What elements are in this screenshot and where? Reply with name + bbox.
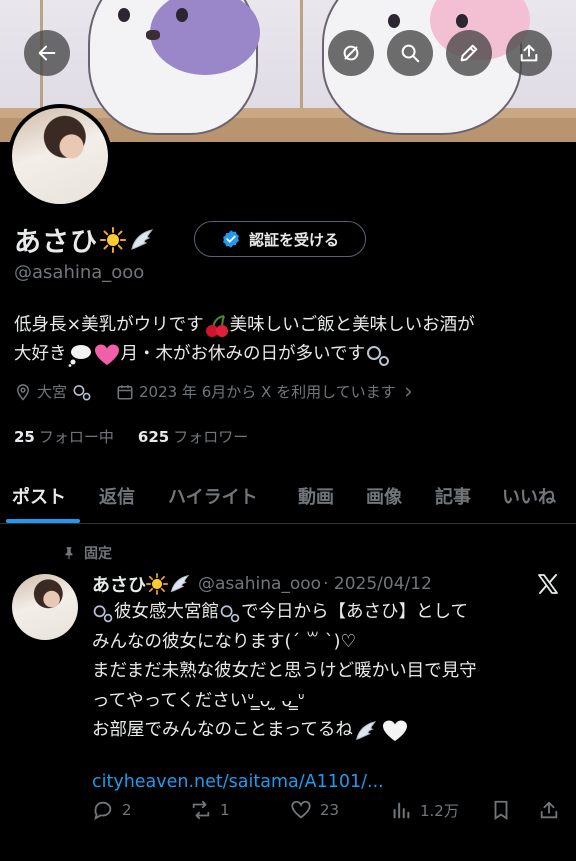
verify-label: 認証を受ける <box>248 230 339 249</box>
bio-text: 大好き <box>14 344 67 364</box>
joined-text: 2023 年 6月から X を利用しています <box>139 383 396 401</box>
like-count: 23 <box>320 801 340 819</box>
following-count: 25 <box>14 428 35 446</box>
tab-posts[interactable]: ポスト <box>12 468 66 524</box>
post-line: お部屋でみんなのことまってるね <box>92 720 353 740</box>
post-line: ってやってくださいᐡ ̳ᴗ ̫ ᴗ ̳ᐡ <box>92 690 305 711</box>
tab-likes[interactable]: いいね <box>502 468 556 524</box>
share-upload-icon <box>520 44 538 62</box>
joined-date[interactable]: 2023 年 6月から X を利用しています <box>116 381 415 402</box>
location-text: 大宮 <box>37 383 68 401</box>
bookmark-icon <box>494 800 508 820</box>
bookmark-button[interactable] <box>490 799 512 821</box>
post-author-avatar[interactable] <box>12 574 78 640</box>
view-count: 1.2万 <box>420 801 459 820</box>
repost-icon <box>192 800 210 820</box>
share-icon <box>540 801 558 819</box>
location: 大宮 <box>14 381 92 402</box>
banner-decor <box>146 30 160 40</box>
views-button[interactable]: 1.2万 <box>390 799 459 821</box>
post-link[interactable]: cityheaven.net/saitama/A1101/... <box>92 772 384 792</box>
post-date[interactable]: · 2025/04/12 <box>323 574 432 594</box>
calendar-icon <box>117 384 133 399</box>
reply-button[interactable]: 2 <box>92 799 132 821</box>
bio-text: 美味しいご飯と美味しいお酒が <box>229 315 475 335</box>
eye-off-icon <box>343 45 359 61</box>
arrow-left-icon <box>38 45 56 61</box>
avatar[interactable] <box>12 108 108 204</box>
tab-replies[interactable]: 返信 <box>99 468 135 524</box>
tab-highlights[interactable]: ハイライト <box>168 468 258 524</box>
wing-emoji <box>356 720 377 740</box>
profile-bio: 低身長×美乳がウリです 美味しいご飯と美味しいお酒が 大好き 月・木がお休みの日… <box>14 311 569 369</box>
reply-count: 2 <box>122 801 132 819</box>
banner-decor <box>118 8 130 22</box>
tab-videos[interactable]: 動画 <box>298 468 334 524</box>
repost-count: 1 <box>220 801 230 819</box>
repost-button[interactable]: 1 <box>190 799 230 821</box>
bubbles-emoji <box>220 605 240 623</box>
post-author-handle[interactable]: @asahina_ooo <box>198 574 321 594</box>
pink-heart-emoji <box>94 344 119 365</box>
tab-articles[interactable]: 記事 <box>435 468 471 524</box>
post-text: 彼女感大宮館 で今日から【あさひ】として みんなの彼女になります(ˊ ꒳ ˋ)♡… <box>92 598 562 746</box>
thought-bubble-emoji <box>68 344 91 367</box>
x-logo-icon <box>538 574 558 594</box>
sun-emoji <box>146 573 168 595</box>
profile-avatar-frame <box>8 104 112 208</box>
bio-text: 低身長×美乳がウリです <box>14 315 204 335</box>
display-name: あさひ <box>14 227 98 258</box>
post-header: あさひ @asahina_ooo · 2025/04/12 <box>92 571 432 597</box>
bubbles-emoji <box>366 345 389 366</box>
post-author-name[interactable]: あさひ <box>92 571 146 597</box>
search-button[interactable] <box>387 30 433 76</box>
followers-count: 625 <box>137 428 170 446</box>
followers-label: フォロワー <box>173 428 249 446</box>
wing-emoji <box>131 228 154 250</box>
pin-icon <box>65 547 73 560</box>
profile-meta: 大宮 2023 年 6月から X を利用しています <box>14 381 439 402</box>
following-link[interactable]: 25 フォロー中 <box>14 426 114 447</box>
white-heart-emoji <box>382 720 407 741</box>
verified-badge-icon <box>223 230 239 248</box>
sun-emoji <box>100 226 126 253</box>
banner-decor <box>456 14 468 28</box>
get-verified-button[interactable]: 認証を受ける <box>194 221 366 257</box>
like-button[interactable]: 23 <box>290 799 339 821</box>
banner-decor <box>176 8 188 22</box>
wing-emoji <box>170 574 190 593</box>
search-icon <box>401 44 420 63</box>
profile-handle: @asahina_ooo <box>14 262 145 283</box>
share-button[interactable] <box>506 30 552 76</box>
analytics-icon <box>393 802 410 819</box>
location-pin-icon <box>16 383 30 401</box>
post-line: まだまだ未熟な彼女だと思うけど暖かい目で見守 <box>92 661 477 681</box>
edit-button[interactable] <box>446 30 492 76</box>
post-line: で今日から【あさひ】として <box>241 602 468 622</box>
profile-name-row: あさひ <box>14 220 154 259</box>
bubbles-emoji <box>73 384 91 400</box>
chevron-right-icon <box>405 386 412 397</box>
pinned-text: 固定 <box>84 546 112 562</box>
heart-icon <box>291 800 311 819</box>
edit-pencil-icon <box>460 44 478 62</box>
bubbles-emoji <box>93 605 113 623</box>
reply-icon <box>94 801 112 821</box>
following-label: フォロー中 <box>38 428 114 446</box>
post-line: 彼女感大宮館 <box>114 602 219 622</box>
pinned-label: 固定 <box>62 543 112 563</box>
mute-button[interactable] <box>328 30 374 76</box>
active-tab-indicator <box>6 519 80 523</box>
back-button[interactable] <box>24 30 70 76</box>
followers-link[interactable]: 625 フォロワー <box>138 426 248 447</box>
share-post-button[interactable] <box>538 799 560 821</box>
post-line: みんなの彼女になります(ˊ ꒳ ˋ)♡ <box>92 631 357 652</box>
cherry-emoji <box>205 314 228 337</box>
tab-images[interactable]: 画像 <box>366 468 402 524</box>
follow-stats: 25 フォロー中 625 フォロワー <box>14 426 248 447</box>
profile-tabs: ポスト 返信 ハイライト 動画 画像 記事 いいね <box>0 468 576 524</box>
banner-decor <box>388 14 400 28</box>
banner-decor <box>300 0 303 108</box>
bio-text: 月・木がお休みの日が多いです <box>120 344 365 364</box>
